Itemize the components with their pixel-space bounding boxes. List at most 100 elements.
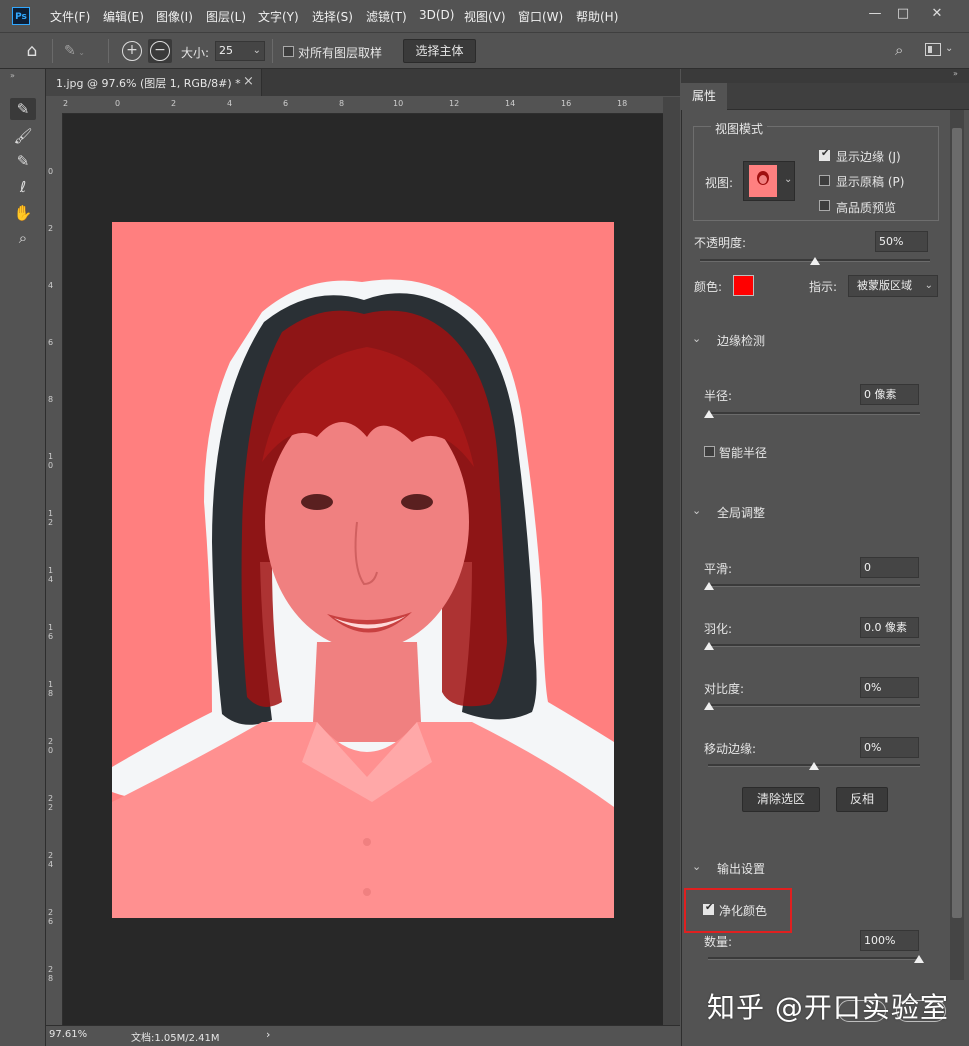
menu-edit[interactable]: 编辑(E) [103, 8, 144, 25]
v-ruler-label: 28 [48, 965, 54, 983]
workspace-icon[interactable] [925, 43, 941, 56]
size-field[interactable]: 25 ⌄ [215, 41, 265, 61]
tab-properties[interactable]: 属性 [681, 83, 727, 110]
sample-all-layers-checkbox[interactable] [283, 46, 294, 57]
close-tab-icon[interactable]: × [243, 74, 254, 89]
show-original-checkbox[interactable] [819, 175, 830, 186]
color-swatch[interactable] [733, 275, 754, 296]
collapse-toolbar-icon[interactable]: » [10, 71, 15, 80]
opacity-field[interactable]: 50% [875, 231, 928, 252]
shift-edge-slider-thumb[interactable] [809, 762, 819, 770]
v-ruler-label: 6 [48, 338, 54, 347]
document-info: 文档:1.05M/2.41M [131, 1033, 220, 1044]
view-label: 视图: [705, 176, 734, 190]
menu-view[interactable]: 视图(V) [464, 8, 506, 25]
chevron-down-icon[interactable]: ⌄ [692, 504, 701, 517]
contrast-slider-track[interactable] [708, 704, 920, 707]
zoom-level[interactable]: 97.61% [49, 1029, 87, 1040]
refine-edge-brush-icon[interactable]: ✎ [10, 98, 36, 120]
maximize-button[interactable]: □ [888, 4, 918, 24]
chevron-down-icon: ⌄ [784, 174, 793, 185]
object-selection-icon[interactable]: ✎ [10, 150, 36, 172]
menu-image[interactable]: 图像(I) [156, 8, 193, 25]
feather-slider-track[interactable] [708, 644, 920, 647]
contrast-field[interactable]: 0% [860, 677, 919, 698]
brush-preset-icon[interactable]: ✎ ⌄ [64, 41, 94, 61]
status-menu-icon[interactable]: › [266, 1028, 270, 1041]
canvas-scrollbar[interactable] [663, 97, 680, 1025]
color-label: 颜色: [694, 280, 723, 294]
chevron-down-icon[interactable]: ⌄ [945, 43, 953, 54]
opacity-slider-thumb[interactable] [810, 257, 820, 265]
feather-field[interactable]: 0.0 像素 [860, 617, 919, 638]
panel-scrollbar-thumb[interactable] [952, 128, 962, 918]
smart-radius-checkbox[interactable] [704, 446, 715, 457]
v-ruler-label: 10 [48, 452, 54, 470]
amount-field[interactable]: 100% [860, 930, 919, 951]
add-mode-icon[interactable]: + [122, 41, 142, 61]
opacity-label: 不透明度: [694, 236, 747, 250]
contrast-slider-thumb[interactable] [704, 702, 714, 710]
menu-filter[interactable]: 滤镜(T) [366, 8, 407, 25]
v-ruler-label: 14 [48, 566, 54, 584]
photoshop-logo: Ps [12, 7, 30, 25]
lasso-tool-icon[interactable]: ℓ [10, 176, 36, 198]
menu-layer[interactable]: 图层(L) [206, 8, 246, 25]
show-edge-checkbox[interactable] [819, 148, 830, 161]
clear-selection-button[interactable]: 清除选区 [742, 787, 820, 812]
amount-slider-thumb[interactable] [914, 955, 924, 963]
zoom-tool-icon[interactable]: ⌕ [10, 227, 36, 249]
amount-slider-track[interactable] [708, 957, 920, 960]
panel-scrollbar[interactable] [950, 110, 964, 980]
shift-edge-field[interactable]: 0% [860, 737, 919, 758]
smooth-slider-thumb[interactable] [704, 582, 714, 590]
portrait-graphic [112, 222, 614, 918]
document-tab[interactable]: 1.jpg @ 97.6% (图层 1, RGB/8#) * × [46, 69, 262, 96]
menu-file[interactable]: 文件(F) [50, 8, 90, 25]
global-adjust-title[interactable]: 全局调整 [717, 504, 765, 521]
h-ruler-label: 2 [171, 99, 177, 108]
smooth-label: 平滑: [704, 562, 733, 576]
menu-window[interactable]: 窗口(W) [518, 8, 563, 25]
select-subject-button[interactable]: 选择主体 [403, 39, 476, 63]
output-settings-title[interactable]: 输出设置 [717, 860, 765, 877]
hand-tool-icon[interactable]: ✋ [10, 202, 36, 224]
menu-3d[interactable]: 3D(D) [419, 8, 454, 22]
highlight-box [684, 888, 792, 933]
edge-detection-title[interactable]: 边缘检测 [717, 332, 765, 349]
search-icon[interactable]: ⌕ [895, 41, 913, 59]
panel-tabs: 属性 [681, 83, 969, 110]
high-quality-checkbox[interactable] [819, 200, 830, 211]
radius-slider-thumb[interactable] [704, 410, 714, 418]
size-label: 大小: [181, 46, 210, 60]
invert-button[interactable]: 反相 [836, 787, 888, 812]
subtract-mode-icon: − [150, 41, 170, 61]
indicate-label: 指示: [809, 280, 838, 294]
smooth-slider-track[interactable] [708, 584, 920, 587]
menu-type[interactable]: 文字(Y) [258, 8, 299, 25]
radius-field[interactable]: 0 像素 [860, 384, 919, 405]
show-edge-label: 显示边缘 (J) [836, 150, 901, 164]
radius-label: 半径: [704, 389, 733, 403]
view-mode-dropdown[interactable]: ⌄ [743, 161, 795, 201]
chevron-down-icon: ⌄ [924, 280, 933, 291]
chevron-down-icon[interactable]: ⌄ [692, 860, 701, 873]
menu-select[interactable]: 选择(S) [312, 8, 353, 25]
portrait-image[interactable] [112, 222, 614, 918]
radius-slider-track[interactable] [708, 412, 920, 415]
feather-slider-thumb[interactable] [704, 642, 714, 650]
chevron-down-icon[interactable]: ⌄ [692, 332, 701, 345]
indicate-dropdown[interactable]: 被蒙版区域 ⌄ [848, 275, 938, 297]
menu-help[interactable]: 帮助(H) [576, 8, 618, 25]
collapse-panel-icon[interactable]: » [953, 69, 958, 78]
brush-tool-icon[interactable]: 🖌 [10, 125, 36, 147]
smooth-field[interactable]: 0 [860, 557, 919, 578]
minimize-button[interactable]: — [860, 4, 890, 24]
separator [52, 39, 53, 63]
close-window-button[interactable]: ✕ [922, 4, 952, 24]
options-bar: ⌂ ✎ ⌄ + − 大小: 25 ⌄ 对所有图层取样 选择主体 ⌕ ⌄ [0, 32, 969, 69]
view-thumbnail [749, 165, 777, 197]
horizontal-ruler: 2 0 2 4 6 8 10 12 14 16 18 [63, 97, 663, 114]
home-icon[interactable]: ⌂ [20, 40, 44, 62]
subtract-mode-button[interactable]: − [148, 39, 172, 63]
